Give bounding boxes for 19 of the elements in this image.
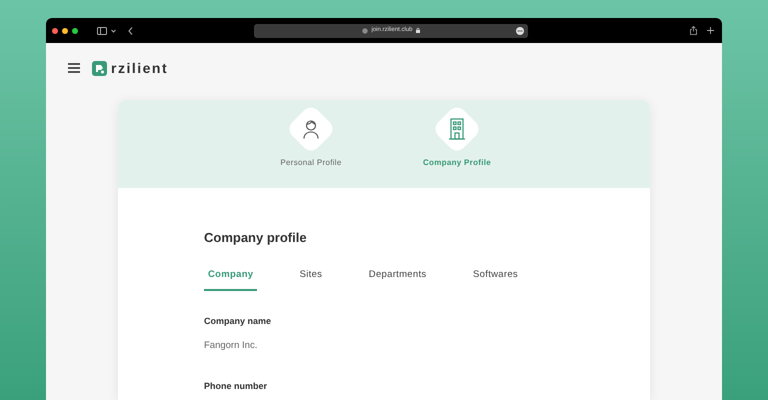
form-tab[interactable]: Softwares [469, 268, 522, 291]
more-icon[interactable] [516, 26, 524, 34]
lock-icon [416, 28, 420, 33]
field-label: Company name [204, 314, 272, 328]
form-tab[interactable]: Departments [364, 268, 430, 291]
field-value: Fangorn Inc. [204, 339, 258, 354]
form-title: Company profile [204, 229, 308, 247]
logo-text: rzilient [111, 58, 168, 78]
chevron-down-icon[interactable] [111, 28, 116, 32]
form-tab[interactable]: Sites [296, 268, 326, 291]
menu-icon[interactable] [68, 63, 80, 73]
person-icon [302, 119, 320, 139]
sidebar-icon[interactable] [97, 26, 107, 34]
field-label: Phone number [204, 380, 268, 392]
plus-icon[interactable] [707, 27, 714, 34]
step-label[interactable]: Personal Profile [280, 157, 342, 169]
logo-icon [92, 60, 107, 76]
share-icon[interactable] [690, 26, 697, 35]
building-icon [448, 118, 466, 140]
